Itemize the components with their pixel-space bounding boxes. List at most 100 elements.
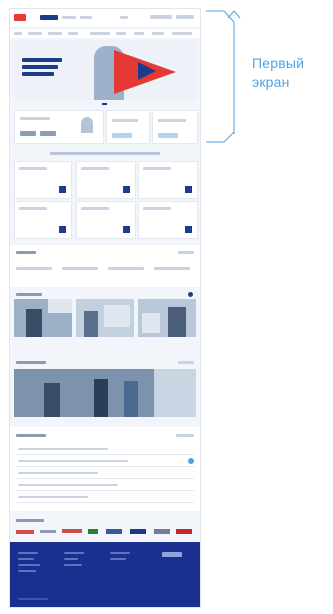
- footer-logo[interactable]: [162, 552, 182, 557]
- rate-value: [40, 131, 56, 136]
- logo-icon[interactable]: [14, 14, 26, 21]
- nav-item[interactable]: [116, 32, 126, 35]
- news-heading: [16, 251, 36, 254]
- service-tile[interactable]: [138, 201, 198, 239]
- service-card-button[interactable]: [158, 133, 178, 138]
- footer-link[interactable]: [18, 564, 40, 566]
- partners-heading: [16, 519, 44, 522]
- chevron-right-icon[interactable]: [188, 292, 193, 297]
- header-link[interactable]: [176, 15, 194, 19]
- footer-link[interactable]: [110, 552, 130, 554]
- header-tab[interactable]: [80, 16, 92, 19]
- news-item[interactable]: [16, 267, 52, 270]
- gallery-photo[interactable]: [76, 299, 134, 337]
- rate-card[interactable]: [14, 110, 104, 144]
- faq-section: [10, 427, 200, 511]
- first-screen-label: Первый: [252, 55, 305, 71]
- news-item[interactable]: [154, 267, 190, 270]
- hero-pager-dot[interactable]: [102, 103, 107, 105]
- card-icon: [59, 226, 66, 233]
- footer-link[interactable]: [18, 558, 34, 560]
- site-thumbnail: [9, 8, 201, 608]
- service-tile[interactable]: [14, 201, 72, 239]
- card-icon: [185, 226, 192, 233]
- nav-item[interactable]: [28, 32, 42, 35]
- partner-logo[interactable]: [40, 530, 56, 533]
- service-card-button[interactable]: [112, 133, 132, 138]
- events-heading: [16, 361, 46, 364]
- partners-row: [16, 528, 194, 536]
- partner-logo[interactable]: [62, 529, 82, 533]
- service-tile[interactable]: [14, 161, 72, 199]
- card-icon: [185, 186, 192, 193]
- service-card-text: [112, 119, 138, 122]
- rate-card-label: [20, 117, 50, 120]
- tile-title: [81, 207, 109, 210]
- footer-link[interactable]: [18, 552, 38, 554]
- header-tab-active[interactable]: [40, 15, 58, 20]
- faq-item[interactable]: [16, 493, 194, 503]
- hero-banner[interactable]: [14, 40, 196, 100]
- service-tile[interactable]: [76, 161, 136, 199]
- avatar: [81, 117, 93, 133]
- footer-link[interactable]: [64, 552, 84, 554]
- tile-title: [143, 167, 171, 170]
- news-item[interactable]: [108, 267, 144, 270]
- partner-logo[interactable]: [130, 529, 146, 534]
- faq-item[interactable]: [16, 457, 194, 467]
- nav-item[interactable]: [14, 32, 22, 35]
- nav-item[interactable]: [48, 32, 62, 35]
- hero-title: [22, 72, 54, 76]
- service-tile[interactable]: [138, 161, 198, 199]
- events-all-link[interactable]: [178, 361, 194, 364]
- service-card-text: [158, 119, 186, 122]
- nav-item[interactable]: [152, 32, 164, 35]
- footer-link[interactable]: [64, 558, 78, 560]
- nav-menu: [10, 28, 200, 38]
- service-card[interactable]: [106, 110, 150, 144]
- service-tile[interactable]: [76, 201, 136, 239]
- partner-logo[interactable]: [176, 529, 192, 534]
- faq-item[interactable]: [16, 469, 194, 479]
- card-icon: [123, 186, 130, 193]
- footer: [10, 542, 200, 607]
- footer-link[interactable]: [18, 570, 36, 572]
- tile-title: [19, 167, 47, 170]
- nav-item[interactable]: [134, 32, 144, 35]
- partner-logo[interactable]: [154, 529, 170, 534]
- header-link[interactable]: [150, 15, 172, 19]
- event-photo[interactable]: [14, 369, 196, 417]
- news-item[interactable]: [62, 267, 98, 270]
- tile-title: [19, 207, 47, 210]
- faq-all-link[interactable]: [176, 434, 194, 437]
- gallery-heading: [16, 293, 42, 296]
- footer-link[interactable]: [64, 564, 82, 566]
- faq-item[interactable]: [16, 445, 194, 455]
- nav-item[interactable]: [68, 32, 78, 35]
- arrow-logo-inner: [138, 62, 156, 80]
- hero-title: [22, 58, 62, 62]
- header-tab[interactable]: [62, 16, 76, 19]
- partner-logo[interactable]: [88, 529, 98, 534]
- tile-title: [81, 167, 109, 170]
- bracket-annotation: [206, 10, 241, 143]
- nav-item[interactable]: [172, 32, 192, 35]
- partner-logo[interactable]: [16, 530, 34, 534]
- first-screen-label-line2: экран: [252, 74, 290, 90]
- faq-item[interactable]: [16, 481, 194, 491]
- card-icon: [123, 226, 130, 233]
- header-link[interactable]: [120, 16, 128, 19]
- partner-logo[interactable]: [106, 529, 122, 534]
- footer-copyright: [18, 598, 48, 600]
- services-heading: [50, 152, 160, 155]
- footer-link[interactable]: [110, 558, 126, 560]
- gallery-photo[interactable]: [14, 299, 72, 337]
- hero-title: [22, 65, 58, 69]
- rate-value: [20, 131, 36, 136]
- gallery-photo[interactable]: [138, 299, 196, 337]
- nav-item[interactable]: [90, 32, 110, 35]
- card-icon: [59, 186, 66, 193]
- service-card[interactable]: [152, 110, 198, 144]
- news-all-link[interactable]: [178, 251, 194, 254]
- chevron-down-icon: [188, 458, 194, 464]
